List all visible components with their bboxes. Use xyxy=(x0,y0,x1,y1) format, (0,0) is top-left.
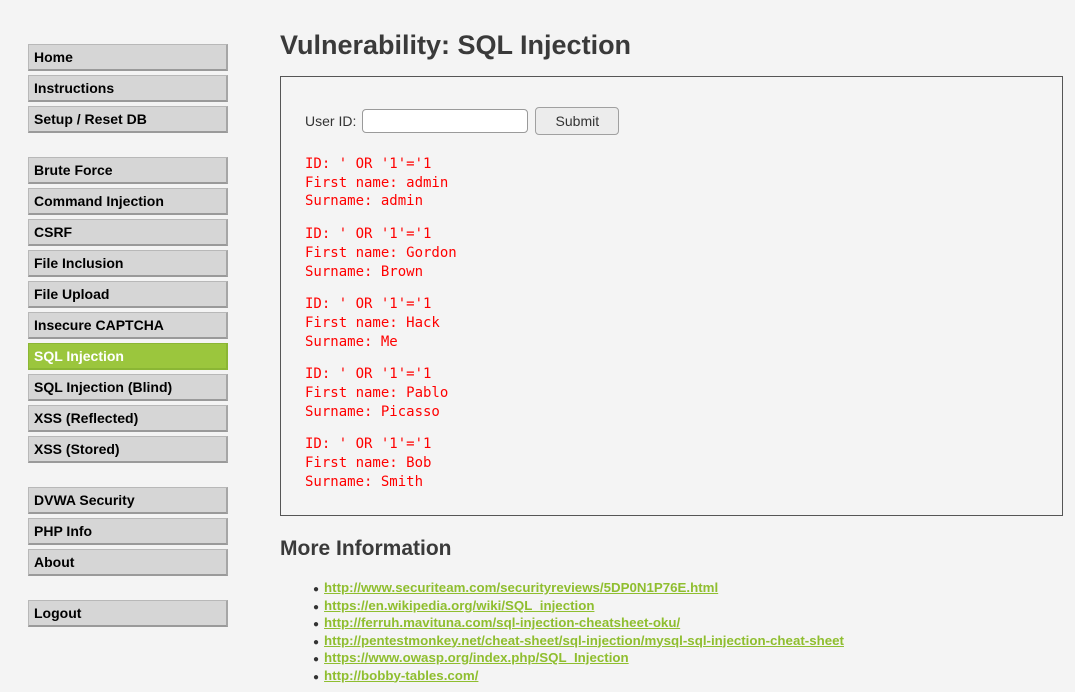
sidebar-item-sql-injection[interactable]: SQL Injection xyxy=(28,343,228,370)
result-id: ID: ' OR '1'='1 xyxy=(305,296,432,313)
more-information-links: ● http://www.securiteam.com/securityrevie… xyxy=(313,580,844,685)
result-first-name: First name: admin xyxy=(305,174,449,191)
bullet-icon: ● xyxy=(313,584,320,595)
sidebar-item-instructions[interactable]: Instructions xyxy=(28,75,228,102)
reference-link[interactable]: http://ferruh.mavituna.com/sql-injection… xyxy=(324,615,680,630)
result-id: ID: ' OR '1'='1 xyxy=(305,226,432,243)
list-item: ● http://www.securiteam.com/securityrevie… xyxy=(313,580,844,598)
sidebar-divider xyxy=(28,137,230,157)
result-surname: Surname: Picasso xyxy=(305,403,440,420)
sidebar-menu: Home Instructions Setup / Reset DB Brute… xyxy=(28,44,230,631)
result-surname: Surname: admin xyxy=(305,193,424,210)
sidebar-item-about[interactable]: About xyxy=(28,549,228,576)
sidebar-item-xss-stored[interactable]: XSS (Stored) xyxy=(28,436,228,463)
sidebar-item-csrf[interactable]: CSRF xyxy=(28,219,228,246)
sidebar-item-sql-injection-blind[interactable]: SQL Injection (Blind) xyxy=(28,374,228,401)
result-entry: ID: ' OR '1'='1 First name: admin Surname:… xyxy=(305,155,457,211)
bullet-icon: ● xyxy=(313,619,320,630)
result-id: ID: ' OR '1'='1 xyxy=(305,156,432,172)
user-id-input[interactable] xyxy=(362,109,529,133)
list-item: ● https://en.wikipedia.org/wiki/SQL_injec… xyxy=(313,598,844,616)
result-first-name: First name: Bob xyxy=(305,455,432,472)
more-information-heading: More Information xyxy=(280,537,452,560)
bullet-icon: ● xyxy=(313,636,320,648)
reference-link[interactable]: http://pentestmonkey.net/cheat-sheet/sql… xyxy=(324,633,844,648)
result-first-name: First name: Hack xyxy=(305,314,440,331)
result-entry: ID: ' OR '1'='1 First name: Pablo Surname:… xyxy=(305,365,457,421)
user-id-form: User ID: Submit xyxy=(305,107,620,135)
list-item: ● http://pentestmonkey.net/cheat-sheet/sq… xyxy=(313,633,844,651)
result-first-name: First name: Pablo xyxy=(305,385,449,402)
result-id: ID: ' OR '1'='1 xyxy=(305,436,432,453)
result-surname: Surname: Smith xyxy=(305,473,424,490)
sidebar-item-file-upload[interactable]: File Upload xyxy=(28,281,228,308)
bullet-icon: ● xyxy=(313,601,320,613)
bullet-icon: ● xyxy=(313,671,320,683)
sidebar-item-command-injection[interactable]: Command Injection xyxy=(28,188,228,215)
result-entry: ID: ' OR '1'='1 First name: Gordon Surname… xyxy=(305,225,457,281)
sidebar-divider xyxy=(28,580,230,600)
result-entry: ID: ' OR '1'='1 First name: Bob Surname: S… xyxy=(305,435,457,491)
list-item: ● http://ferruh.mavituna.com/sql-injectio… xyxy=(313,615,844,633)
result-id: ID: ' OR '1'='1 xyxy=(305,366,432,383)
bullet-icon: ● xyxy=(313,654,320,665)
page-title: Vulnerability: SQL Injection xyxy=(280,30,632,60)
sidebar-item-xss-reflected[interactable]: XSS (Reflected) xyxy=(28,405,228,432)
sidebar-item-file-inclusion[interactable]: File Inclusion xyxy=(28,250,228,277)
sidebar-item-home[interactable]: Home xyxy=(28,44,228,71)
user-id-label: User ID: xyxy=(305,113,357,129)
result-surname: Surname: Brown xyxy=(305,263,424,280)
result-first-name: First name: Gordon xyxy=(305,244,457,261)
query-results: ID: ' OR '1'='1 First name: admin Surname:… xyxy=(305,155,457,506)
submit-button[interactable]: Submit xyxy=(535,107,620,135)
sidebar-divider xyxy=(28,467,230,487)
reference-link[interactable]: https://www.owasp.org/index.php/SQL_Inje… xyxy=(324,650,629,665)
sidebar-item-logout[interactable]: Logout xyxy=(28,600,228,627)
result-entry: ID: ' OR '1'='1 First name: Hack Surname: … xyxy=(305,295,457,351)
list-item: ● https://www.owasp.org/index.php/SQL_Inj… xyxy=(313,650,844,668)
sidebar-item-dvwa-security[interactable]: DVWA Security xyxy=(28,487,228,514)
sidebar-item-php-info[interactable]: PHP Info xyxy=(28,518,228,545)
sidebar-item-setup-reset-db[interactable]: Setup / Reset DB xyxy=(28,106,228,133)
vulnerability-box: User ID: Submit ID: ' OR '1'='1 First nam… xyxy=(280,76,1063,516)
reference-link[interactable]: http://bobby-tables.com/ xyxy=(324,668,478,683)
result-surname: Surname: Me xyxy=(305,333,398,350)
reference-link[interactable]: https://en.wikipedia.org/wiki/SQL_inject… xyxy=(324,598,594,613)
list-item: ● http://bobby-tables.com/ xyxy=(313,668,844,686)
sidebar-item-brute-force[interactable]: Brute Force xyxy=(28,157,228,184)
sidebar-item-insecure-captcha[interactable]: Insecure CAPTCHA xyxy=(28,312,228,339)
reference-link[interactable]: http://www.securiteam.com/securityreview… xyxy=(324,580,718,595)
